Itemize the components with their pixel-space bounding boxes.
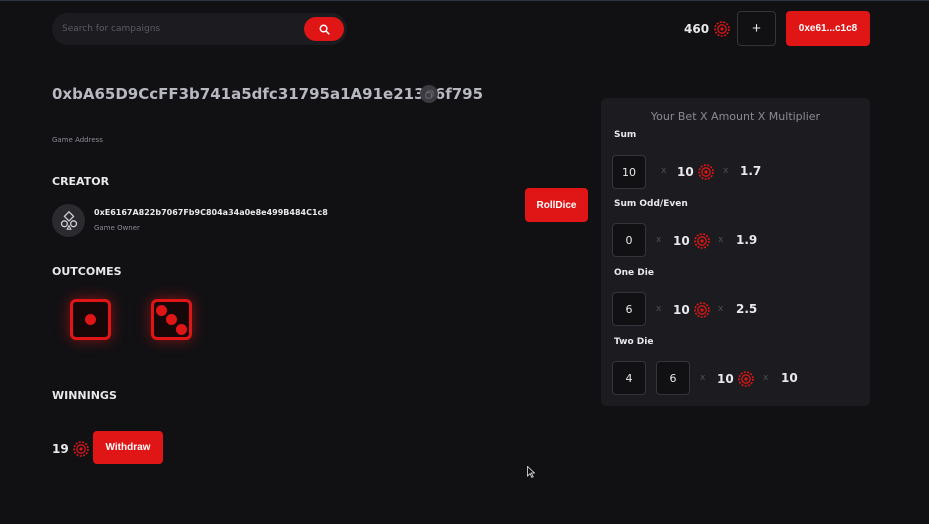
multiplier: 10 — [781, 371, 798, 385]
copy-icon — [424, 89, 434, 99]
winnings-amount: 19 — [52, 441, 89, 457]
die-pip — [176, 324, 187, 335]
token-balance: 460 — [684, 19, 730, 39]
bet-amount-value: 10 — [673, 303, 690, 317]
multiplier: 1.9 — [736, 233, 758, 247]
chip-icon — [714, 21, 730, 37]
withdraw-button[interactable]: Withdraw — [93, 431, 163, 464]
bet-amount: 10 — [673, 302, 710, 318]
die-face-three — [151, 299, 192, 340]
bet-amount: 10 — [717, 371, 754, 387]
times-symbol: x — [723, 166, 729, 176]
owner-avatar-icon — [60, 210, 77, 230]
mouse-cursor-icon — [527, 466, 535, 478]
bet-label-sum: Sum — [614, 130, 637, 140]
creator-role: Game Owner — [94, 224, 140, 232]
outcomes-heading: OUTCOMES — [52, 265, 122, 278]
roll-dice-button[interactable]: RollDice — [525, 188, 588, 222]
times-symbol: x — [700, 373, 706, 383]
avatar — [52, 204, 85, 237]
search-bar — [52, 13, 347, 45]
multiplier: 1.7 — [740, 164, 762, 178]
chip-icon — [693, 233, 710, 249]
wallet-button[interactable]: 0xe61...c1c8 — [786, 11, 870, 46]
balance-value: 460 — [684, 22, 710, 36]
die-pip — [166, 314, 177, 325]
bet-panel-title: Your Bet X Amount X Multiplier — [650, 110, 821, 123]
game-address: 0xbA65D9CcFF3b741a5dfc31795a1A91e213E6f7… — [52, 85, 484, 103]
bet-amount-value: 10 — [717, 372, 734, 386]
bet-amount-value: 10 — [677, 165, 694, 179]
bet-amount: 10 — [673, 233, 710, 249]
bet-amount: 10 — [677, 164, 714, 180]
bet-input-two-die-second[interactable]: 6 — [656, 361, 690, 395]
times-symbol: x — [718, 235, 724, 245]
times-symbol: x — [718, 304, 724, 314]
times-symbol: x — [661, 166, 667, 176]
bet-input-one-die[interactable]: 6 — [612, 292, 646, 326]
times-symbol: x — [656, 235, 662, 245]
die-face-one — [70, 299, 111, 340]
winnings-value: 19 — [52, 442, 69, 456]
die-pip — [156, 305, 167, 316]
die-pip — [85, 314, 96, 325]
bet-label-sum-odd-even: Sum Odd/Even — [614, 199, 688, 209]
bet-input-sum-odd-even[interactable]: 0 — [612, 223, 646, 257]
creator-heading: CREATOR — [52, 175, 110, 188]
bet-amount-value: 10 — [673, 234, 690, 248]
chip-icon — [697, 164, 714, 180]
times-symbol: x — [656, 304, 662, 314]
search-icon — [319, 24, 330, 35]
winnings-heading: WINNINGS — [52, 389, 117, 402]
add-funds-button[interactable]: + — [737, 11, 776, 46]
bet-panel: Your Bet X Amount X Multiplier Sum 10 x … — [601, 98, 870, 406]
bet-input-two-die-first[interactable]: 4 — [612, 361, 646, 395]
chip-icon — [737, 371, 754, 387]
creator-address: 0xE6167A822b7067Fb9C804a34a0e8e499B484C1… — [94, 208, 328, 217]
chip-icon — [72, 441, 89, 457]
chip-icon — [693, 302, 710, 318]
times-symbol: x — [763, 373, 769, 383]
game-address-label: Game Address — [52, 136, 103, 144]
bet-input-sum[interactable]: 10 — [612, 155, 646, 189]
bet-label-one-die: One Die — [614, 268, 654, 278]
search-button[interactable] — [304, 17, 344, 41]
copy-button[interactable] — [420, 85, 438, 103]
search-input[interactable] — [62, 13, 292, 45]
bet-label-two-die: Two Die — [614, 337, 654, 347]
multiplier: 2.5 — [736, 302, 758, 316]
